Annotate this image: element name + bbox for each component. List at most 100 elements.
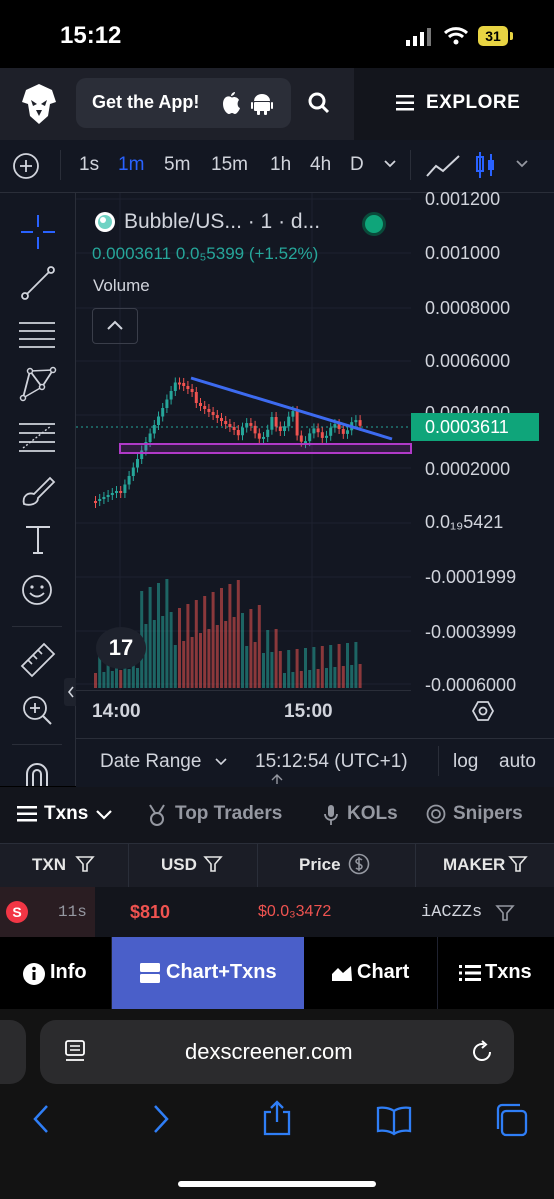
chart-canvas[interactable] (76, 193, 554, 693)
candle-body (333, 424, 337, 428)
tradingview-logo[interactable]: 17 (96, 627, 146, 669)
filter-icon[interactable] (495, 904, 515, 922)
reader-icon[interactable] (64, 1040, 86, 1064)
timeframe-d[interactable]: D (350, 154, 364, 176)
volume-bar (224, 621, 228, 688)
eagle-logo-icon[interactable] (20, 82, 58, 126)
log-scale-button[interactable]: log (453, 751, 478, 773)
volume-bar (278, 651, 282, 688)
chevron-down-icon[interactable] (384, 160, 396, 168)
reload-icon[interactable] (470, 1040, 494, 1064)
column-divider (415, 843, 416, 887)
tabs-icon[interactable] (494, 1103, 528, 1137)
filter-icon[interactable] (508, 855, 528, 873)
candle-body (291, 411, 295, 417)
zoom-in-icon[interactable] (21, 694, 53, 726)
y-axis-label: -0.0003999 (425, 622, 517, 642)
horizontal-lines-icon[interactable] (19, 320, 55, 350)
volume-bar (262, 653, 265, 688)
candle-body (161, 408, 165, 417)
market-status-dot (362, 212, 386, 236)
nav-info[interactable]: Info (50, 961, 87, 984)
filter-icon[interactable] (203, 855, 223, 873)
url-text[interactable]: dexscreener.com (185, 1039, 353, 1065)
candle-body (119, 491, 123, 493)
currency-icon[interactable] (348, 853, 370, 875)
divider (410, 150, 411, 180)
candle-body (152, 425, 156, 434)
column-header-usd[interactable]: USD (161, 855, 197, 875)
ruler-icon[interactable] (20, 642, 56, 678)
nav-chart-txns[interactable]: Chart+Txns (166, 961, 277, 984)
candle-body (320, 432, 324, 438)
volume-bar (136, 668, 139, 688)
back-icon[interactable] (32, 1104, 50, 1134)
share-icon[interactable] (262, 1100, 292, 1136)
line-chart-icon[interactable] (426, 154, 460, 178)
timeframe-15m[interactable]: 15m (211, 154, 248, 176)
candlestick-icon[interactable] (474, 150, 498, 180)
fib-tool-icon[interactable] (19, 421, 55, 453)
volume-bar (316, 669, 320, 688)
timeframe-1h[interactable]: 1h (270, 154, 291, 176)
txn-maker[interactable]: iACZZs (421, 903, 482, 922)
chevron-down-icon[interactable] (516, 160, 528, 168)
chevron-up-icon (107, 320, 123, 330)
volume-bar (341, 666, 345, 688)
column-header-maker[interactable]: MAKER (443, 855, 505, 875)
volume-bar (358, 664, 362, 688)
candle-body (215, 415, 219, 418)
candle-body (203, 406, 207, 409)
search-icon[interactable] (308, 92, 330, 114)
volume-bar (308, 670, 312, 688)
timeframe-4h[interactable]: 4h (310, 154, 331, 176)
date-range-button[interactable]: Date Range (100, 751, 201, 773)
volume-bar (94, 673, 97, 688)
trendline-tool-icon[interactable] (21, 266, 55, 300)
forward-icon[interactable] (152, 1104, 170, 1134)
candle-body (173, 382, 177, 391)
candle-body (295, 411, 299, 436)
tab-top-traders[interactable]: Top Traders (175, 803, 282, 825)
column-header-price[interactable]: Price (299, 855, 341, 875)
candle-body (299, 435, 303, 442)
y-axis-label: 0.0002000 (425, 459, 511, 479)
volume-bar (287, 650, 291, 688)
nav-divider (437, 937, 438, 1009)
column-header-txn[interactable]: TXN (32, 855, 66, 875)
timeframe-1s[interactable]: 1s (79, 154, 99, 176)
auto-scale-button[interactable]: auto (499, 751, 536, 773)
text-tool-icon[interactable] (24, 525, 52, 555)
chart-clock[interactable]: 15:12:54 (UTC+1) (255, 751, 408, 773)
candle-body (262, 436, 265, 439)
txn-usd: $810 (130, 902, 171, 922)
timeframe-5m[interactable]: 5m (164, 154, 190, 176)
chevron-left-icon (67, 686, 74, 698)
add-indicator-icon[interactable] (12, 152, 40, 180)
brush-icon[interactable] (20, 474, 56, 506)
status-time: 15:12 (60, 22, 122, 49)
volume-bar (110, 671, 114, 688)
emoji-icon[interactable] (21, 574, 53, 606)
bookmarks-icon[interactable] (376, 1106, 412, 1136)
tab-kols[interactable]: KOLs (347, 803, 398, 825)
pattern-tool-icon[interactable] (19, 366, 57, 402)
candle-body (178, 382, 181, 385)
magnet-icon[interactable] (24, 762, 50, 786)
volume-bar (299, 671, 303, 688)
nav-txns[interactable]: Txns (485, 961, 532, 984)
chevron-down-icon[interactable] (96, 810, 112, 820)
previous-tab-preview[interactable] (0, 1020, 26, 1084)
pair-title[interactable]: Bubble/US... · 1 · d... (124, 210, 320, 234)
volume-bar (102, 672, 106, 688)
crosshair-icon[interactable] (21, 215, 55, 249)
mic-icon (324, 805, 338, 825)
chart-settings-icon[interactable] (471, 700, 495, 722)
filter-icon[interactable] (75, 855, 95, 873)
tab-snipers[interactable]: Snipers (453, 803, 523, 825)
tab-txns[interactable]: Txns (44, 803, 88, 825)
nav-chart[interactable]: Chart (357, 961, 409, 984)
timeframe-1m[interactable]: 1m (118, 154, 144, 176)
candle-body (232, 427, 236, 430)
volume-bar (173, 645, 177, 688)
